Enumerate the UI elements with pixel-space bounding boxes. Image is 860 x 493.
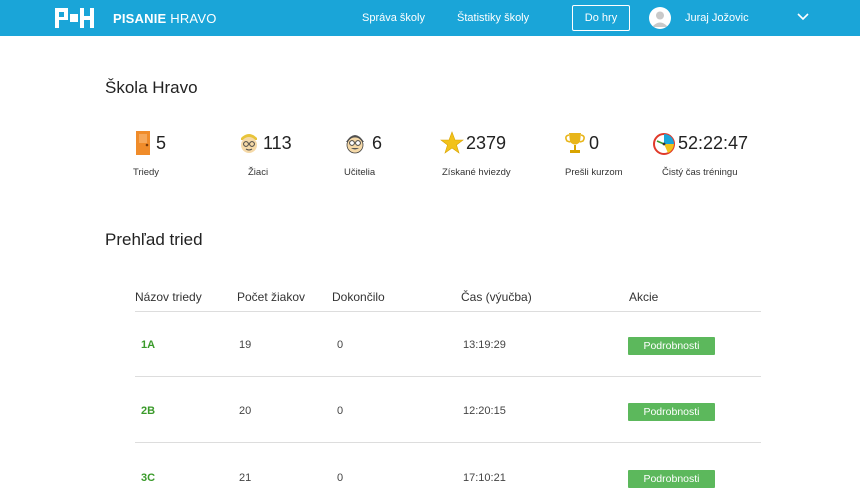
divider (135, 376, 761, 377)
brand-name[interactable]: PISANIE HRAVO (113, 11, 217, 26)
star-icon (440, 131, 464, 154)
completed-count: 0 (337, 339, 344, 351)
stat-value: 0 (589, 133, 600, 153)
user-name[interactable]: Juraj Jožovic (685, 12, 749, 24)
door-icon (136, 131, 150, 155)
column-header-student-count: Počet žiakov (237, 290, 306, 304)
stat-label: Prešli kurzom (565, 167, 623, 178)
clock-icon (653, 133, 675, 155)
teaching-time: 12:20:15 (463, 405, 506, 417)
trophy-icon (565, 133, 585, 153)
student-count: 20 (239, 405, 252, 417)
class-name-link[interactable]: 2B (141, 405, 155, 417)
stat-label: Žiaci (248, 167, 269, 178)
divider (135, 442, 761, 443)
stat-value: 113 (263, 133, 292, 153)
class-name-link[interactable]: 1A (141, 339, 155, 351)
avatar[interactable] (649, 7, 671, 29)
brand-light: HRAVO (170, 11, 217, 26)
top-bar: PISANIE HRAVO Správa školy Štatistiky šk… (0, 0, 860, 36)
column-header-completed: Dokončilo (332, 290, 385, 304)
divider (135, 311, 761, 312)
student-count: 21 (239, 472, 252, 484)
logo-icon[interactable] (55, 8, 95, 28)
stat-label: Čistý čas tréningu (662, 167, 738, 178)
details-button[interactable]: Podrobnosti (628, 470, 715, 488)
play-button[interactable]: Do hry (572, 5, 630, 31)
details-button[interactable]: Podrobnosti (628, 337, 715, 355)
stat-value: 2379 (466, 133, 507, 153)
nav-school-management[interactable]: Správa školy (362, 12, 425, 24)
stat-label: Učitelia (344, 167, 376, 178)
teaching-time: 13:19:29 (463, 339, 506, 351)
page-title: Škola Hravo (105, 78, 198, 97)
stat-label: Triedy (133, 167, 160, 178)
column-header-time: Čas (výučba) (461, 290, 532, 304)
chevron-down-icon[interactable] (796, 10, 810, 24)
column-header-actions: Akcie (629, 290, 659, 304)
stat-value: 6 (372, 133, 383, 153)
completed-count: 0 (337, 472, 344, 484)
teacher-icon (346, 135, 364, 154)
completed-count: 0 (337, 405, 344, 417)
stat-value: 52:22:47 (678, 133, 749, 153)
column-header-class-name: Názov triedy (135, 290, 202, 304)
stat-value: 5 (156, 133, 167, 153)
section-title: Prehľad tried (105, 230, 203, 249)
nav-school-statistics[interactable]: Štatistiky školy (457, 12, 529, 24)
stat-label: Získané hviezdy (442, 167, 511, 178)
student-icon (241, 134, 257, 153)
brand-bold: PISANIE (113, 11, 167, 26)
class-name-link[interactable]: 3C (141, 472, 155, 484)
details-button[interactable]: Podrobnosti (628, 403, 715, 421)
student-count: 19 (239, 339, 252, 351)
user-icon (652, 11, 668, 27)
teaching-time: 17:10:21 (463, 472, 506, 484)
